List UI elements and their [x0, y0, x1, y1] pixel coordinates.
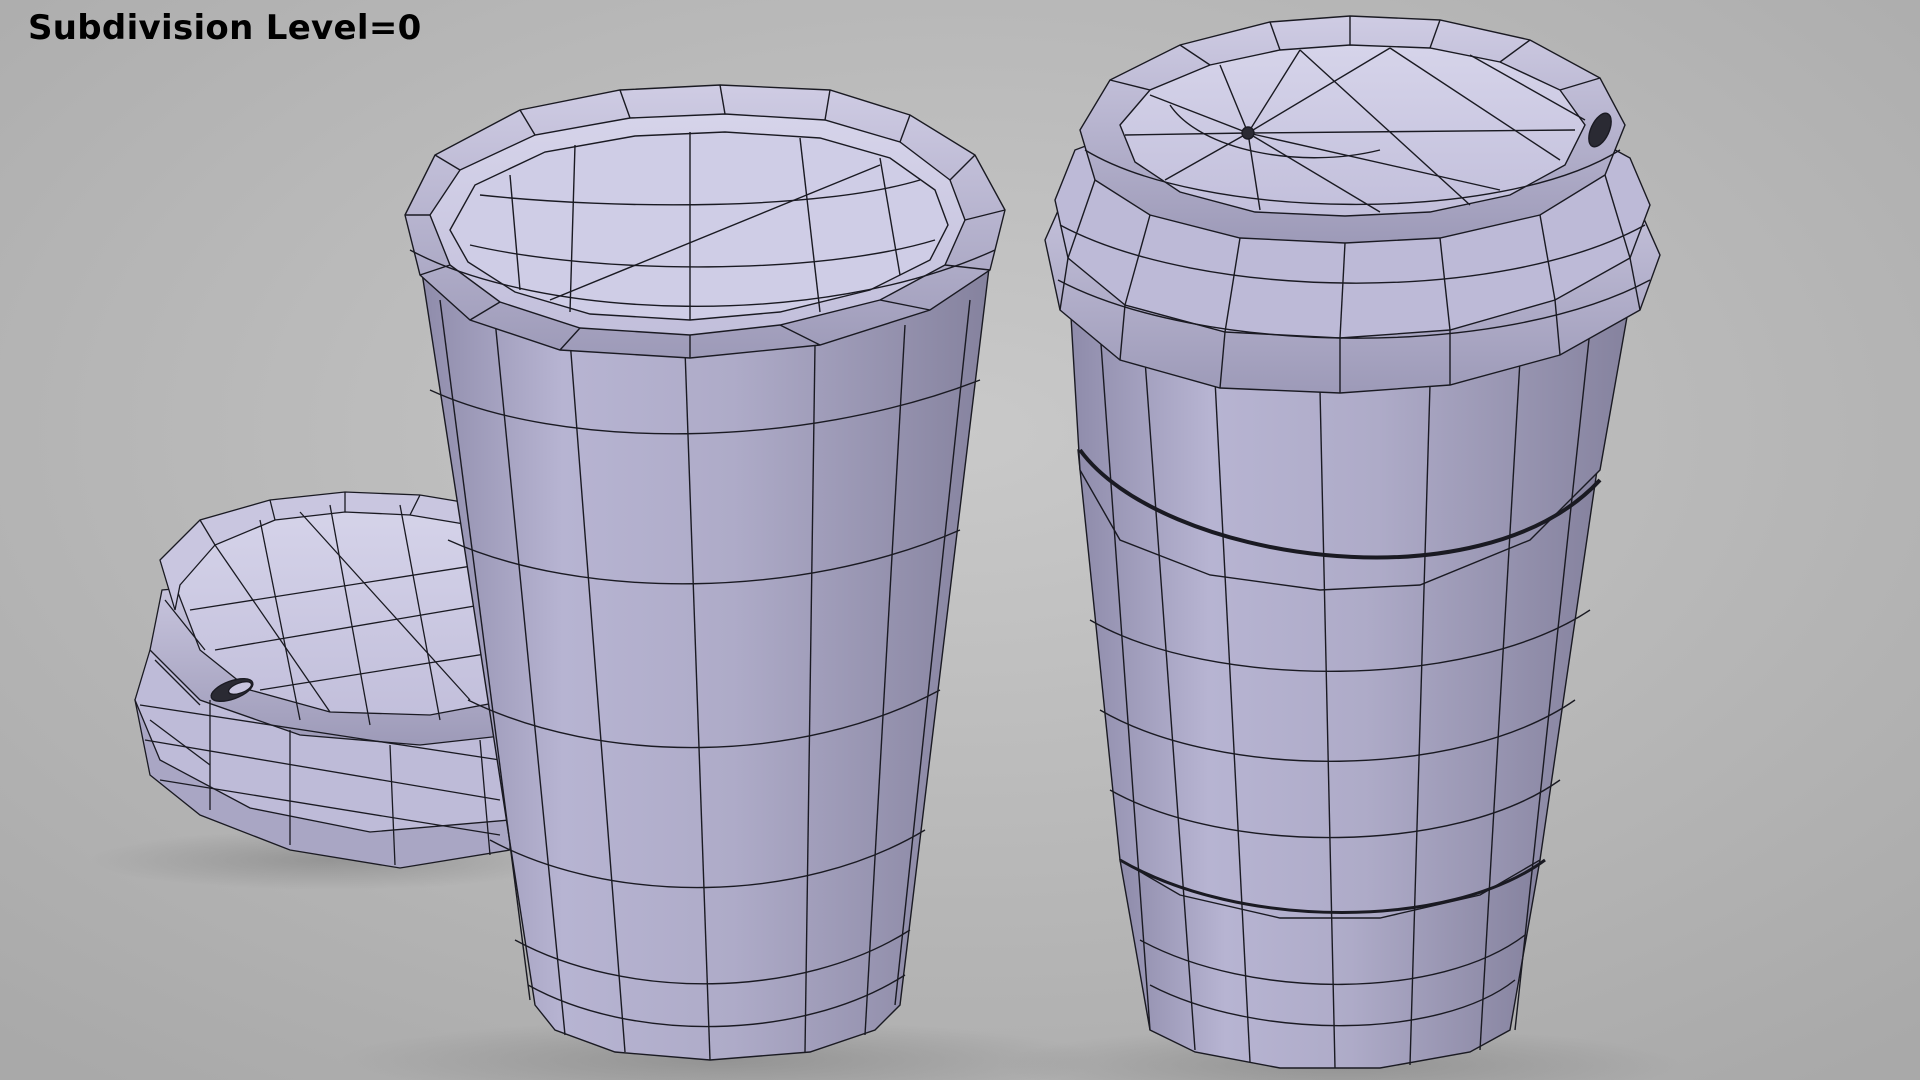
subdivision-level-label: Subdivision Level=0 — [28, 8, 422, 48]
render-viewport: Subdivision Level=0 — [0, 0, 1920, 1080]
render-scene — [0, 0, 1920, 1080]
